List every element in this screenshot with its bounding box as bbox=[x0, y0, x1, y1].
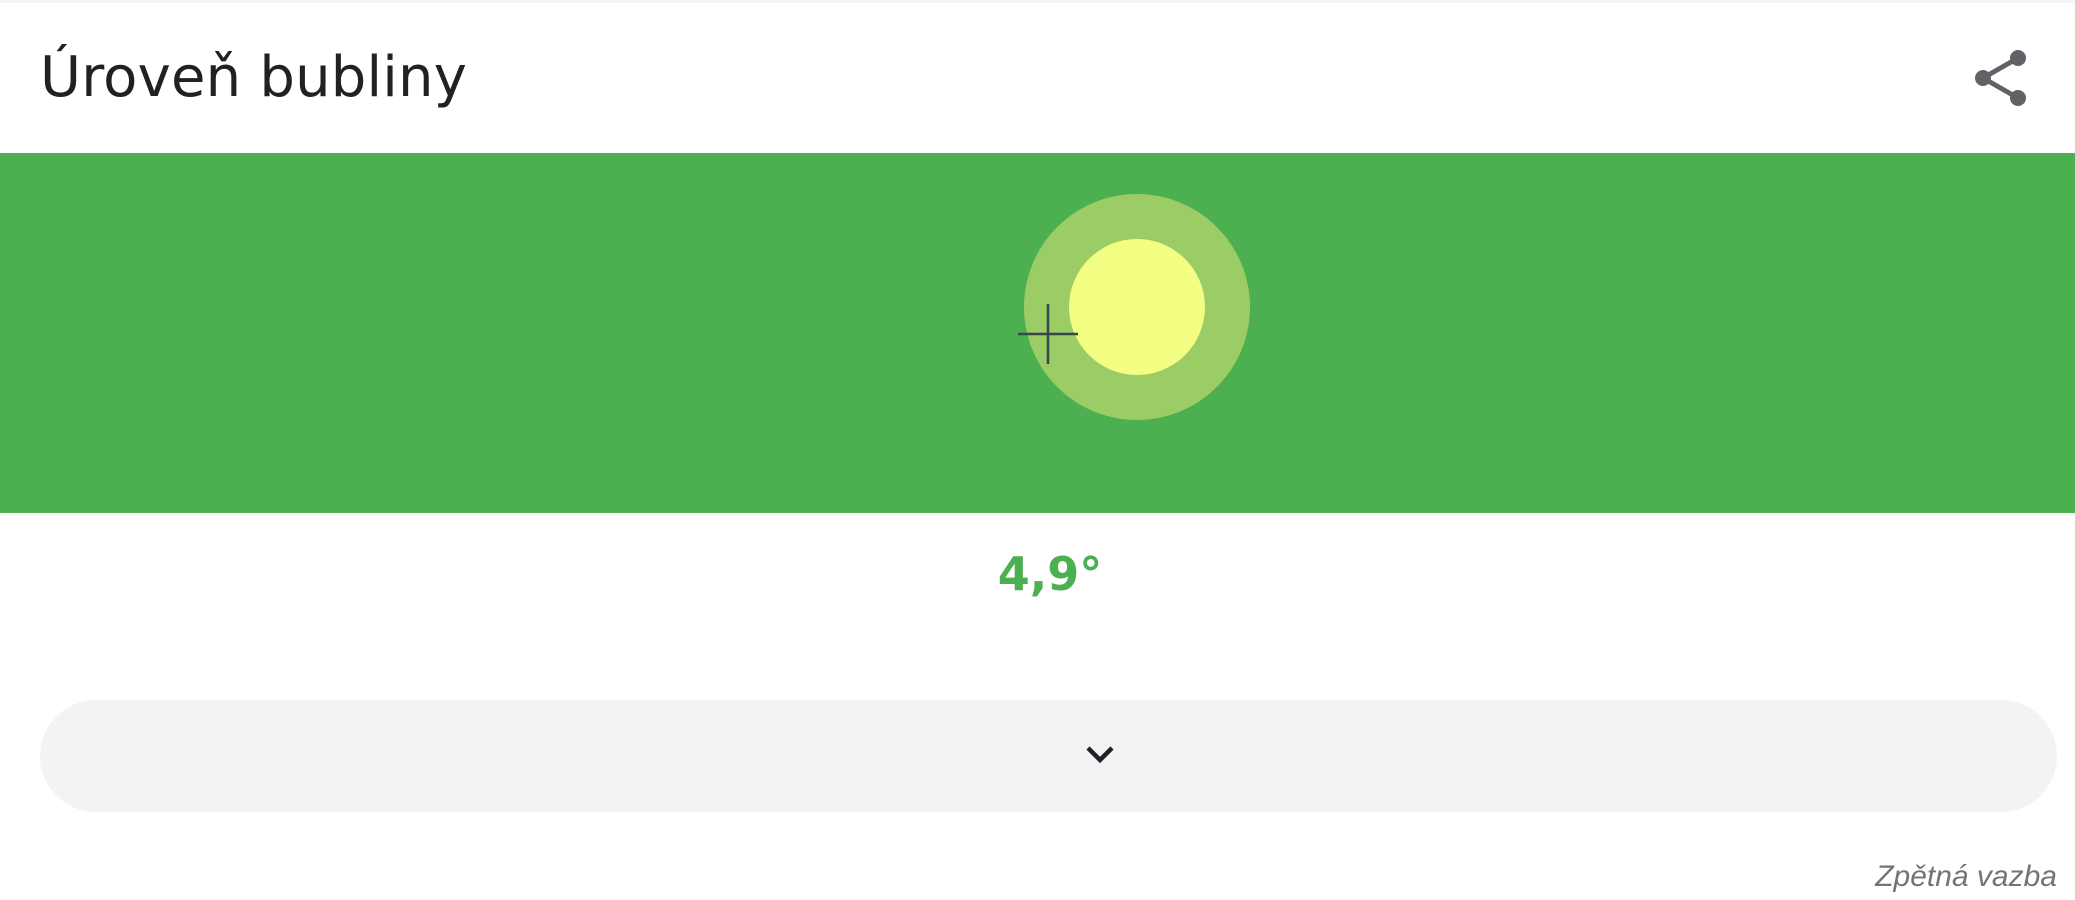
share-button[interactable] bbox=[1968, 45, 2034, 111]
angle-readout: 4,9° bbox=[997, 547, 1103, 601]
share-icon bbox=[1975, 50, 2026, 106]
level-display bbox=[0, 153, 2075, 513]
expand-button[interactable] bbox=[40, 700, 2057, 812]
level-graphic bbox=[1018, 194, 1250, 420]
feedback-link[interactable]: Zpětná vazba bbox=[1875, 857, 2057, 897]
page-title: Úroveň bubliny bbox=[40, 45, 468, 110]
chevron-down-icon bbox=[1086, 746, 1114, 764]
card-header: Úroveň bubliny bbox=[0, 0, 2075, 153]
bubble-level-card: Úroveň bubliny 4,9° Zpětná vazba bbox=[0, 0, 2075, 900]
level-bubble bbox=[1069, 239, 1205, 375]
